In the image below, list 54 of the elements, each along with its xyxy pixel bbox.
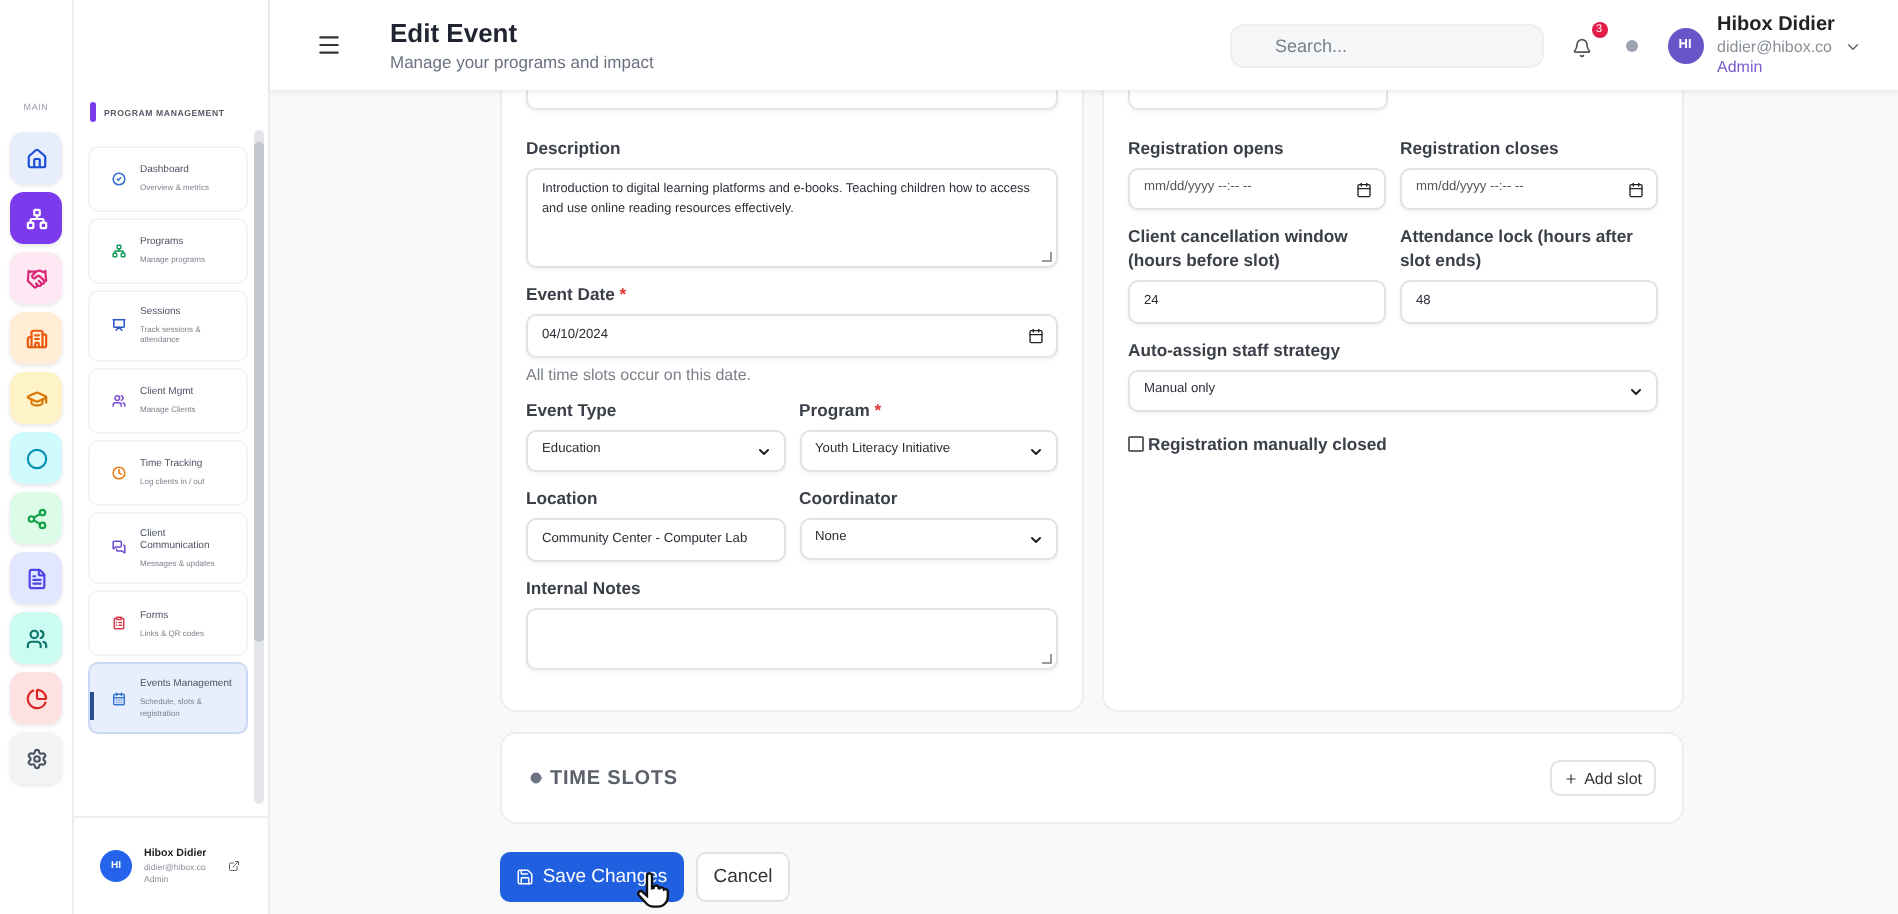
- field-label: Event Type: [526, 398, 619, 422]
- status-dot-icon: [1625, 39, 1638, 51]
- user-name: Hibox Didier: [1717, 14, 1837, 36]
- rail-button[interactable]: [10, 312, 62, 364]
- input-field[interactable]: [526, 90, 1058, 110]
- rail-button[interactable]: [10, 552, 62, 604]
- external-link-icon[interactable]: [228, 860, 240, 872]
- rail-button[interactable]: [10, 192, 62, 244]
- rail-button[interactable]: [10, 372, 62, 424]
- page-title: Edit Event: [390, 18, 520, 48]
- input-field[interactable]: [1128, 90, 1388, 110]
- field-label: Internal Notes: [526, 576, 643, 600]
- rail-button[interactable]: [10, 432, 62, 484]
- field-label: Registration closes: [1400, 136, 1561, 160]
- plus-icon: [1564, 771, 1579, 785]
- save-icon: [516, 868, 535, 886]
- textarea-field[interactable]: [526, 608, 1058, 670]
- calendar-icon: [1028, 328, 1044, 344]
- field-label: Client cancellation window (hours before slot): [1128, 224, 1350, 272]
- field-label: Event Date *: [526, 282, 629, 306]
- add-slot-button[interactable]: Add slot: [1550, 760, 1656, 796]
- calendar-icon: [1356, 181, 1372, 197]
- chevron-icon: [1028, 443, 1044, 459]
- field-label: Coordinator: [799, 486, 900, 510]
- calendar-icon: [1628, 181, 1644, 197]
- rail-button[interactable]: [10, 492, 62, 544]
- rail-button[interactable]: [10, 252, 62, 304]
- section-title: TIME SLOTS: [550, 767, 678, 789]
- field-hint: All time slots occur on this date.: [526, 366, 753, 384]
- chevron-icon: [1628, 383, 1644, 399]
- page-subtitle: Manage your programs and impact: [390, 52, 654, 72]
- rail-button[interactable]: [10, 612, 62, 664]
- menu-icon[interactable]: [316, 32, 342, 58]
- rail-button[interactable]: [10, 732, 62, 784]
- field-label: Program *: [799, 398, 884, 422]
- field-label: Description: [526, 136, 623, 160]
- chevron-icon: [755, 443, 771, 459]
- field-label: Attendance lock (hours after slot ends): [1400, 224, 1636, 272]
- scrollbar[interactable]: [254, 130, 264, 804]
- field-label: Registration opens: [1128, 136, 1286, 160]
- user-role: Admin: [1717, 58, 1765, 76]
- user-email: didier@hibox.co: [1717, 38, 1832, 56]
- chevron-icon: [1028, 531, 1044, 547]
- search-field[interactable]: Search...: [1229, 23, 1544, 67]
- bell-icon[interactable]: [1571, 37, 1592, 57]
- chevron-icon[interactable]: [1844, 38, 1862, 56]
- field-label: Location: [526, 486, 600, 510]
- rail-button[interactable]: [10, 132, 62, 184]
- cancel-button[interactable]: Cancel: [696, 852, 790, 902]
- checkbox-label: Registration manually closed: [1148, 432, 1387, 456]
- dot-icon: [530, 772, 542, 784]
- rail-button[interactable]: [10, 672, 62, 724]
- field-label: Auto-assign staff strategy: [1128, 338, 1343, 362]
- checkbox[interactable]: [1128, 436, 1144, 452]
